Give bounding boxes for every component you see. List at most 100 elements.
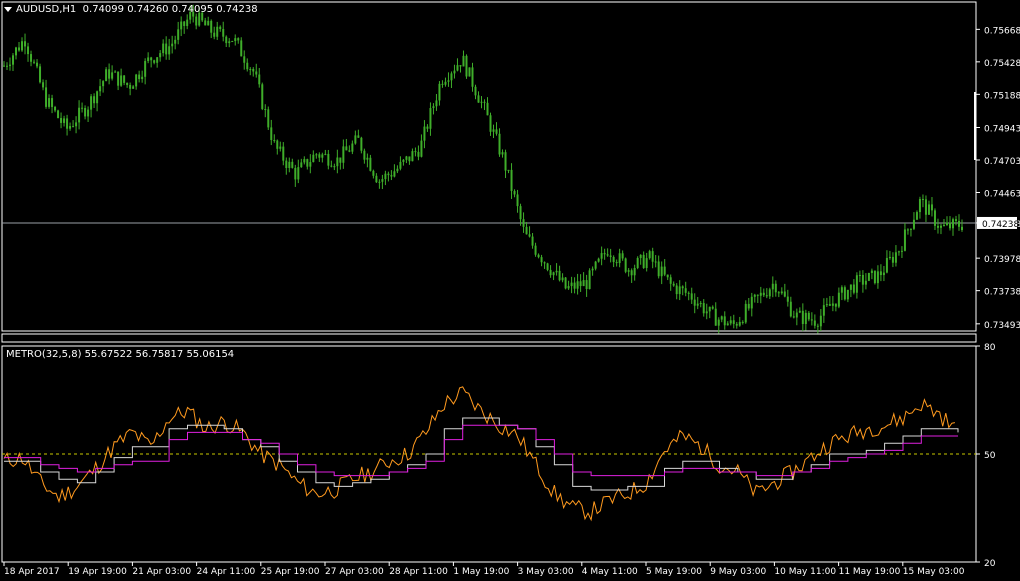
candle [627,270,630,272]
candle [99,86,102,92]
candle [642,254,645,268]
candle [393,171,396,177]
candle [141,76,144,80]
indicator-tick-label: 50 [984,451,996,461]
price-tick-label: 0.74703 [984,157,1020,167]
candle [300,162,303,168]
candle [765,295,768,297]
candle [423,126,426,141]
candle [636,258,639,268]
candle [252,68,255,72]
candle [738,321,741,326]
candle [954,219,957,221]
candle [843,287,846,300]
candle [678,286,681,295]
candle [846,289,849,300]
symbol-header[interactable]: AUDUSD,H1 0.74099 0.74260 0.74095 0.7423… [4,4,258,16]
candle [255,71,258,75]
candle [477,95,480,103]
indicator-tick-label: 20 [984,559,996,569]
candle [39,66,42,83]
candle [816,325,819,327]
price-tick-label: 0.75668 [984,26,1020,36]
candle [138,74,141,80]
candle [246,62,249,70]
collapse-triangle-icon[interactable] [4,6,12,12]
current-price-label: 0.74238 [982,220,1019,230]
candle [885,257,888,273]
candle [900,250,903,252]
candle [834,303,837,307]
candle [468,67,471,77]
candle [339,157,342,163]
time-tick-label: 9 May 03:00 [710,567,766,577]
candle [594,261,597,269]
candle [9,64,12,66]
candle [510,169,513,191]
candle [936,225,939,228]
candle [777,292,780,294]
candle [258,74,261,85]
candle [237,38,240,41]
metro-line-3 [4,424,958,477]
candle [570,282,573,287]
candle [768,289,771,297]
price-tick-label: 0.74943 [984,125,1020,135]
candle [567,286,570,289]
candle [942,224,945,226]
candle [18,47,21,51]
candle [306,159,309,167]
candle [810,319,813,321]
candle [801,310,804,325]
candle [303,159,306,163]
candle [63,118,66,123]
candle [321,154,324,158]
candle [669,277,672,284]
price-tick-label: 0.74463 [984,189,1020,199]
candle [708,306,711,312]
candle [849,284,852,290]
candle [951,219,954,229]
candle [657,261,660,277]
candle [342,146,345,163]
candle [213,32,216,37]
candle [453,70,456,74]
price-candles[interactable] [3,4,963,334]
candle [693,299,696,306]
price-tick-label: 0.73493 [984,321,1020,331]
candle [366,157,369,160]
candle [564,277,567,289]
candle [732,320,735,324]
candle [867,272,870,281]
candle [282,146,285,161]
trading-chart[interactable]: 0.75668 0.75428 0.75188 0.74943 0.74703 0.744… [0,0,1020,581]
candle [447,80,450,82]
candle [3,65,5,67]
candle [240,40,243,57]
candle [561,277,564,281]
candle [114,71,117,73]
candle [30,54,33,62]
candle [624,258,627,272]
candle [126,82,129,85]
time-tick-label: 28 Apr 11:00 [389,567,448,577]
candle [414,151,417,153]
candle [384,173,387,180]
candle [27,46,30,55]
candle [411,151,414,162]
time-tick-label: 10 May 11:00 [774,567,836,577]
time-tick-label: 3 May 03:00 [518,567,574,577]
metro-indicator-lines[interactable] [3,386,959,522]
candle [12,55,15,65]
candle [363,150,366,160]
candle [870,270,873,273]
candle [204,20,207,26]
candle [129,84,132,89]
time-tick-label: 21 Apr 03:00 [132,567,191,577]
candle [666,274,669,278]
candle [249,68,252,70]
candle [891,256,894,263]
candle [225,36,228,44]
candle [750,296,753,309]
candle [609,255,612,257]
